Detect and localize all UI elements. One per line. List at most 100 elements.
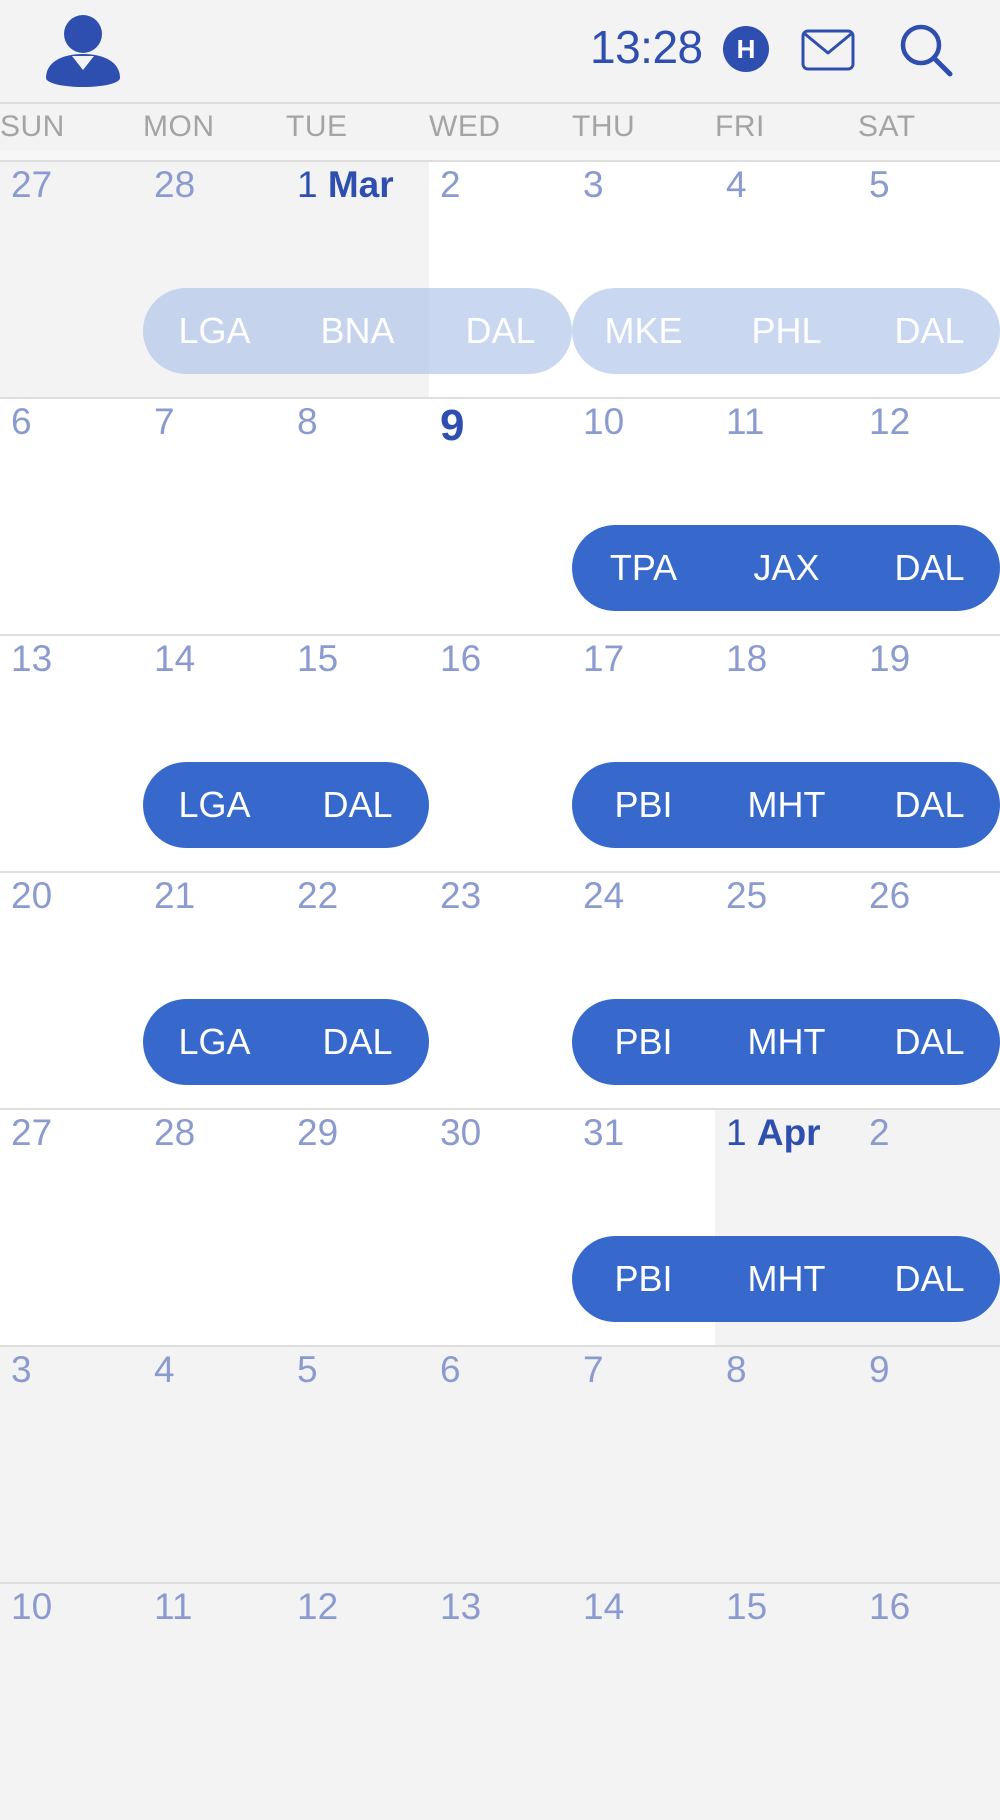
day-number: 23 <box>440 875 482 916</box>
trip-stop-code: DAL <box>894 1258 965 1299</box>
trip-stop-code: DAL <box>894 1021 965 1062</box>
day-number: 2 <box>440 164 461 205</box>
day-cell[interactable]: 30 <box>429 1110 572 1346</box>
weekday-header: SUN MON TUE WED THU FRI SAT <box>0 104 1000 150</box>
clock-time: 13:28 <box>590 21 703 73</box>
week-row: 3 4 5 6 7 8 9 <box>0 1345 1000 1583</box>
weekday-label-sat: SAT <box>858 110 916 143</box>
trip-stop-code: PBI <box>614 1021 673 1062</box>
day-number: 6 <box>11 401 32 442</box>
day-number: 22 <box>297 875 339 916</box>
day-cell[interactable]: 13 <box>0 636 143 872</box>
day-cell[interactable]: 28 <box>143 1110 286 1346</box>
day-cell[interactable]: 16 <box>429 636 572 872</box>
day-cell[interactable]: 11 <box>143 1584 286 1820</box>
day-cell[interactable]: 10 <box>0 1584 143 1820</box>
day-number: 16 <box>869 1586 911 1627</box>
day-number: 7 <box>154 401 175 442</box>
trip-stop-code: MHT <box>747 784 826 825</box>
day-cell[interactable]: 7 <box>143 399 286 635</box>
weekday-label-sun: SUN <box>0 110 65 143</box>
day-number: 15 <box>726 1586 768 1627</box>
trip-pill[interactable]: TPA JAX DAL <box>572 525 1000 611</box>
trip-pill[interactable]: PBI MHT DAL <box>572 999 1000 1085</box>
day-number: 4 <box>154 1349 175 1390</box>
day-number: 25 <box>726 875 768 916</box>
trip-pill[interactable]: PBI MHT DAL <box>572 1236 1000 1322</box>
day-cell[interactable]: 8 <box>286 399 429 635</box>
trip-pill[interactable]: LGA BNA DAL <box>143 288 572 374</box>
day-cell[interactable]: 16 <box>858 1584 1000 1820</box>
day-number: 15 <box>297 638 339 679</box>
day-cell[interactable]: 9 <box>429 399 572 635</box>
day-cell[interactable]: 9 <box>858 1347 1000 1583</box>
day-number: 29 <box>297 1112 339 1153</box>
day-number: 5 <box>869 164 890 205</box>
day-number: 21 <box>154 875 196 916</box>
day-cell[interactable]: 27 <box>0 162 143 398</box>
day-cell[interactable]: 23 <box>429 873 572 1109</box>
trip-stop-code: LGA <box>178 784 251 825</box>
trip-stop-code: MHT <box>747 1258 826 1299</box>
day-cell[interactable]: 13 <box>429 1584 572 1820</box>
day-cell[interactable]: 8 <box>715 1347 858 1583</box>
profile-icon[interactable] <box>44 12 122 88</box>
week-row: 27 28 29 30 31 1 Apr 2 PBI MHT DAL <box>0 1108 1000 1346</box>
day-cell[interactable]: 14 <box>572 1584 715 1820</box>
day-number: 28 <box>154 1112 196 1153</box>
home-base-badge[interactable]: H <box>723 26 769 72</box>
search-icon[interactable] <box>898 22 954 78</box>
day-cell[interactable]: 5 <box>286 1347 429 1583</box>
day-cell[interactable]: 4 <box>143 1347 286 1583</box>
day-cell[interactable]: 27 <box>0 1110 143 1346</box>
day-cell[interactable]: 3 <box>0 1347 143 1583</box>
day-number: 27 <box>11 164 53 205</box>
day-number: 30 <box>440 1112 482 1153</box>
day-number: 12 <box>297 1586 339 1627</box>
trip-pill[interactable]: PBI MHT DAL <box>572 762 1000 848</box>
weekday-label-thu: THU <box>572 110 636 143</box>
month-start-label: 1 Mar <box>297 164 394 205</box>
day-number: 31 <box>583 1112 625 1153</box>
day-number: 14 <box>154 638 196 679</box>
trip-stop-code: DAL <box>322 784 393 825</box>
trip-stop-code: PHL <box>751 310 822 351</box>
trip-stop-code: DAL <box>894 784 965 825</box>
trip-stop-code: MKE <box>604 310 683 351</box>
day-number: 9 <box>869 1349 890 1390</box>
day-cell[interactable]: 29 <box>286 1110 429 1346</box>
trip-stop-code: DAL <box>465 310 536 351</box>
day-number: 19 <box>869 638 911 679</box>
day-number: 10 <box>11 1586 53 1627</box>
week-row: 6 7 8 9 10 11 12 TPA JAX DAL <box>0 397 1000 635</box>
day-number: 16 <box>440 638 482 679</box>
trip-pill[interactable]: LGA DAL <box>143 762 429 848</box>
day-number: 6 <box>440 1349 461 1390</box>
day-number: 12 <box>869 401 911 442</box>
day-number: 24 <box>583 875 625 916</box>
trip-stop-code: DAL <box>894 547 965 588</box>
mail-icon[interactable] <box>801 28 855 72</box>
trip-stop-code: DAL <box>322 1021 393 1062</box>
day-cell[interactable]: 15 <box>715 1584 858 1820</box>
day-number: 14 <box>583 1586 625 1627</box>
weekday-label-wed: WED <box>429 110 501 143</box>
day-cell[interactable]: 20 <box>0 873 143 1109</box>
day-number: 3 <box>11 1349 32 1390</box>
month-start-label: 1 Apr <box>726 1112 821 1153</box>
trip-stop-code: BNA <box>320 310 395 351</box>
day-cell[interactable]: 7 <box>572 1347 715 1583</box>
day-number: 3 <box>583 164 604 205</box>
week-row: 20 21 22 23 24 25 26 LGA DAL PBI MHT DAL <box>0 871 1000 1109</box>
day-cell[interactable]: 6 <box>0 399 143 635</box>
day-number: 13 <box>440 1586 482 1627</box>
day-number: 7 <box>583 1349 604 1390</box>
day-number: 8 <box>726 1349 747 1390</box>
trip-stop-code: LGA <box>178 310 251 351</box>
trip-pill[interactable]: MKE PHL DAL <box>572 288 1000 374</box>
trip-stop-code: MHT <box>747 1021 826 1062</box>
day-cell[interactable]: 12 <box>286 1584 429 1820</box>
day-cell[interactable]: 6 <box>429 1347 572 1583</box>
day-number: 28 <box>154 164 196 205</box>
trip-pill[interactable]: LGA DAL <box>143 999 429 1085</box>
